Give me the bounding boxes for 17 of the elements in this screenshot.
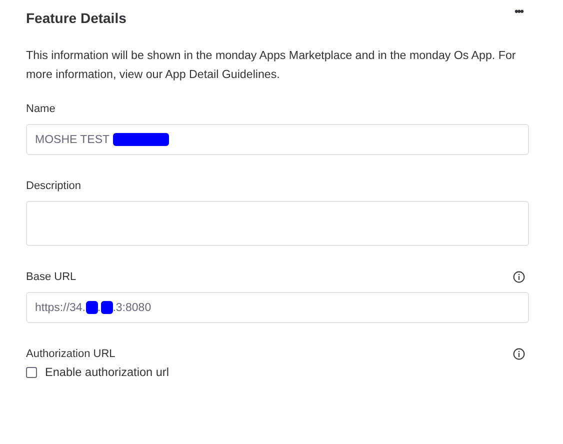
info-icon[interactable] <box>513 348 525 360</box>
field-label: Base URL <box>26 271 76 283</box>
field-label: Authorization URL <box>26 348 116 360</box>
info-icon[interactable] <box>513 271 525 283</box>
intro-text: This information will be shown in the monday Apps Marketplace and in the monday Os App. For more information, view our App Detail Guidelines. <box>26 48 517 83</box>
redaction-mark <box>86 301 98 314</box>
input-field[interactable]: https://34. . .3:8080 <box>26 292 529 323</box>
checkbox-label: Enable authorization url <box>45 365 169 379</box>
textarea-field[interactable] <box>26 201 529 246</box>
field-label: Description <box>26 180 82 192</box>
redaction-mark <box>112 133 169 146</box>
redaction-mark <box>100 301 113 314</box>
input-field[interactable]: MOSHE TEST <box>26 124 529 155</box>
field-label: Name <box>26 103 56 115</box>
checkbox[interactable] <box>26 366 37 378</box>
section-title: Feature Details <box>26 10 126 26</box>
more-menu-button[interactable]: ••• <box>514 6 523 18</box>
